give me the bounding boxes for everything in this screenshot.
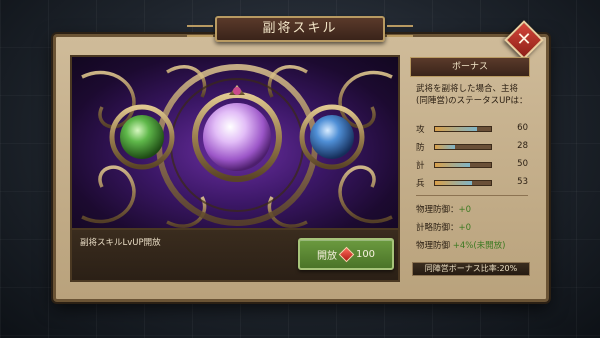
skill-artwork [70, 55, 400, 230]
stat-value: 53 [517, 177, 528, 187]
bonus-panel: 武将を副将した場合、主将(同陣営)のステータスUPは： 攻 60 防 28 計 … [410, 79, 530, 265]
green-gem [120, 115, 164, 159]
faction-bonus-ratio: 同陣営ボーナス比率:20% [412, 262, 530, 276]
unlock-button-label: 開放 [316, 250, 337, 262]
stat-fill [435, 127, 477, 131]
def-value: +0 [458, 205, 472, 215]
stat-bar [434, 144, 492, 150]
stat-fill [435, 163, 470, 167]
stat-row-attack: 攻 60 [416, 123, 528, 135]
stat-value: 60 [517, 123, 528, 133]
stat-label: 攻 [416, 125, 425, 135]
ornate-filigree [72, 64, 398, 228]
skill-description-panel: 副将スキルLvUP開放 開放 100 [70, 230, 400, 282]
locked-defense-row: 物理防御 +4%(未開放) [416, 239, 505, 251]
def-label: 物理防御： [416, 205, 459, 215]
stat-bar [434, 162, 492, 168]
def-label: 計略防御： [416, 223, 459, 233]
physical-defense-row: 物理防御：+0 [416, 203, 471, 215]
def-value: +0 [458, 223, 472, 233]
dialog-title: 副将スキル [187, 16, 413, 42]
stat-fill [435, 181, 472, 185]
blue-gem [310, 115, 354, 159]
stat-fill [435, 145, 455, 149]
stat-label: 計 [416, 161, 425, 171]
bonus-description: 武将を副将した場合、主将(同陣営)のステータスUPは： [416, 84, 528, 106]
strategy-defense-row: 計略防御：+0 [416, 221, 471, 233]
skill-description: 副将スキルLvUP開放 [80, 238, 161, 248]
def-value: +4%(未開放) [452, 241, 506, 251]
stat-label: 兵 [416, 179, 425, 189]
bonus-header: ボーナス [410, 57, 530, 77]
unlock-button[interactable]: 開放 100 [298, 238, 394, 270]
stat-row-defense: 防 28 [416, 141, 528, 153]
stat-bar [434, 180, 492, 186]
stat-value: 28 [517, 141, 528, 151]
unlock-cost: 100 [355, 248, 376, 260]
stat-value: 50 [517, 159, 528, 169]
stat-label: 防 [416, 143, 425, 153]
purple-gem [203, 103, 271, 171]
def-label: 物理防御 [416, 241, 451, 251]
divider [416, 195, 528, 196]
stat-row-strategy: 計 50 [416, 159, 528, 171]
stat-row-troops: 兵 53 [416, 177, 528, 189]
stat-bar [434, 126, 492, 132]
gem-icon [338, 246, 355, 262]
